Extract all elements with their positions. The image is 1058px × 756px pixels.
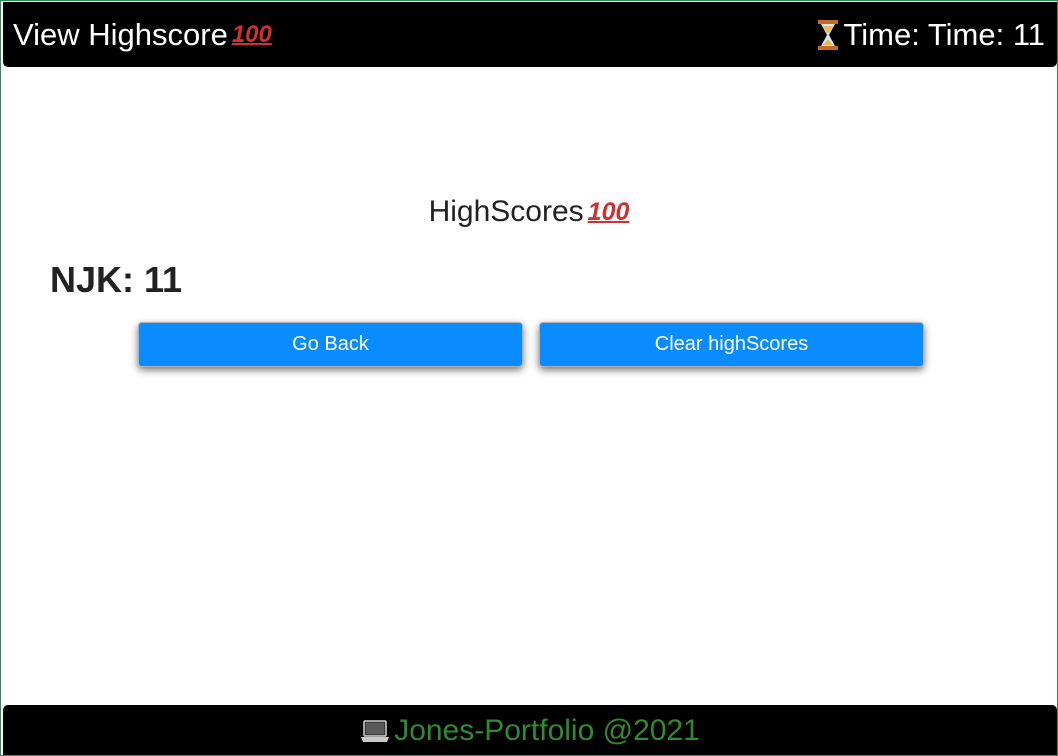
footer: Jones-Portfolio @2021 xyxy=(3,705,1057,755)
go-back-button[interactable]: Go Back xyxy=(138,322,523,367)
clear-highscores-button[interactable]: Clear highScores xyxy=(539,322,924,367)
page-title-text: HighScores xyxy=(428,195,584,228)
laptop-icon xyxy=(361,719,390,742)
hundred-points-icon: 100 xyxy=(587,197,630,226)
score-entry: NJK: 11 xyxy=(50,259,183,300)
view-highscore-link[interactable]: View Highscore 100 xyxy=(13,19,272,50)
top-bar: View Highscore 100 Time: Time: 11 xyxy=(3,2,1057,67)
timer-display: Time: Time: 11 xyxy=(817,19,1045,50)
time-label: Time: Time: 11 xyxy=(843,17,1045,52)
view-highscore-label: View Highscore xyxy=(13,17,228,52)
page-title: HighScores 100 xyxy=(1,197,1057,227)
footer-text: Jones-Portfolio @2021 xyxy=(394,713,700,747)
hourglass-icon xyxy=(818,19,839,50)
hundred-points-icon: 100 xyxy=(231,20,272,48)
app-window: View Highscore 100 Time: Time: 11 HighSc… xyxy=(0,0,1058,756)
